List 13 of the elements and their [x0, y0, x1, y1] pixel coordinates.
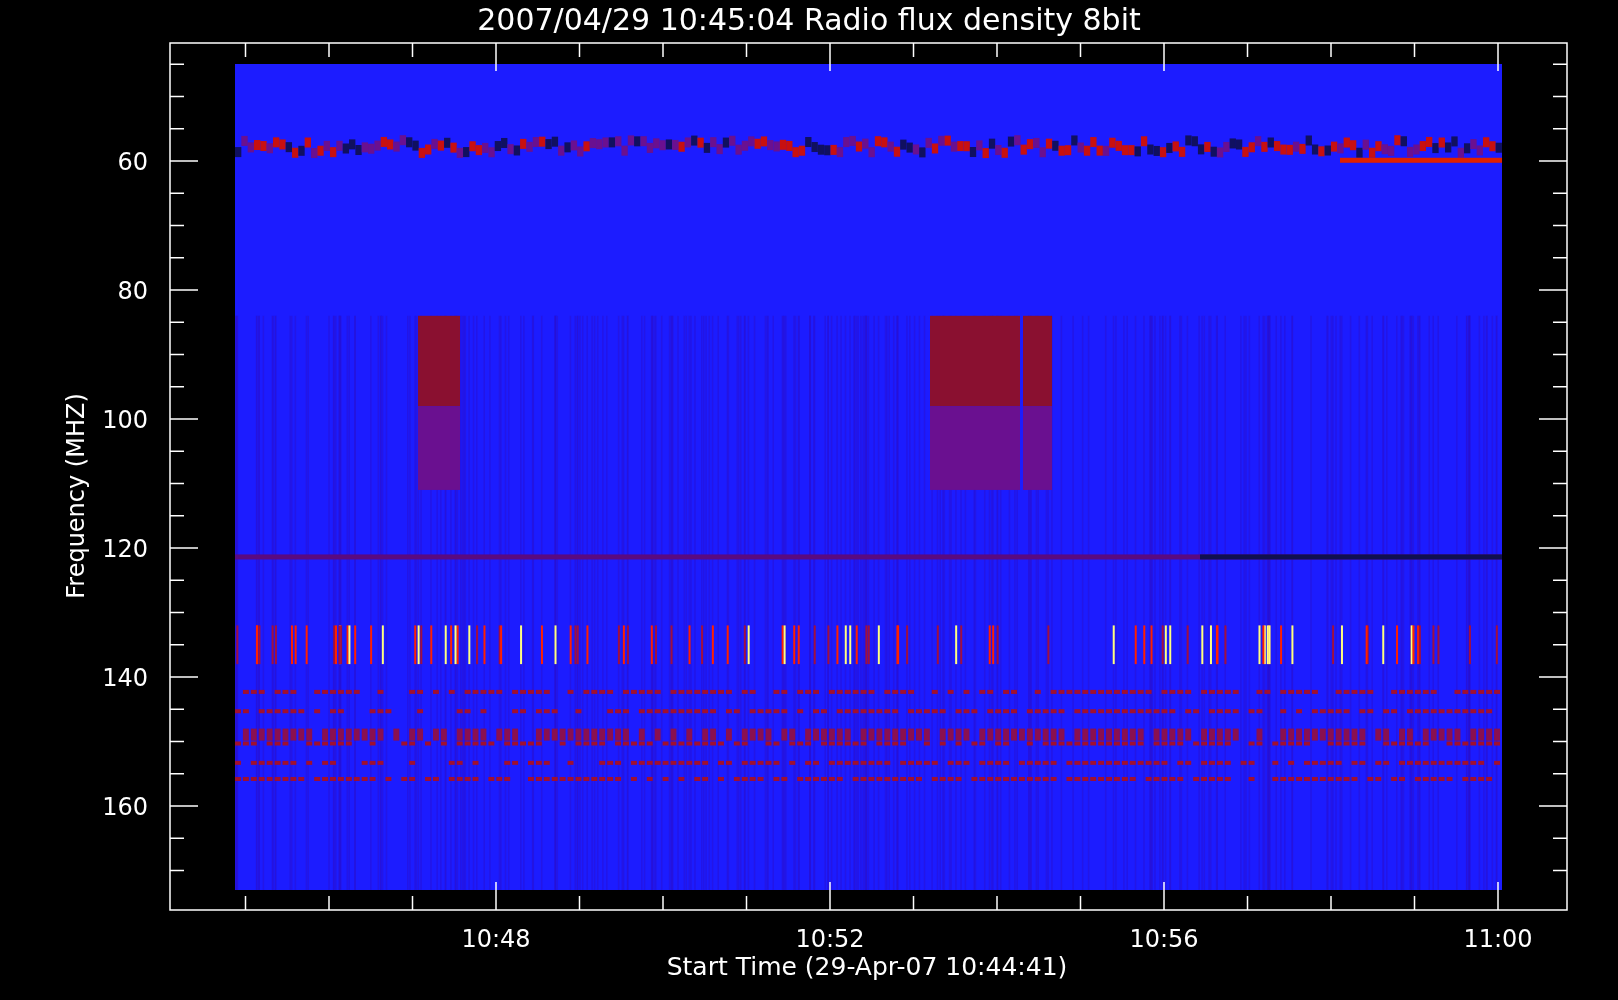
x-tick-label: 11:00	[1463, 925, 1533, 953]
y-tick-label: 160	[102, 793, 148, 821]
x-tick-label: 10:56	[1129, 925, 1199, 953]
x-tick-label: 10:52	[795, 925, 865, 953]
x-axis-label: Start Time (29-Apr-07 10:44:41)	[666, 952, 1068, 981]
y-axis-label: Frequency (MHZ)	[62, 393, 90, 599]
y-tick-label: 140	[102, 664, 148, 692]
y-tick-label: 80	[117, 277, 148, 305]
x-tick-label: 10:48	[461, 925, 531, 953]
y-tick-label: 100	[102, 406, 148, 434]
y-tick-label: 60	[117, 148, 148, 176]
plot-title: 2007/04/29 10:45:04 Radio flux density 8bit	[477, 1, 1141, 39]
y-tick-label: 120	[102, 535, 148, 563]
